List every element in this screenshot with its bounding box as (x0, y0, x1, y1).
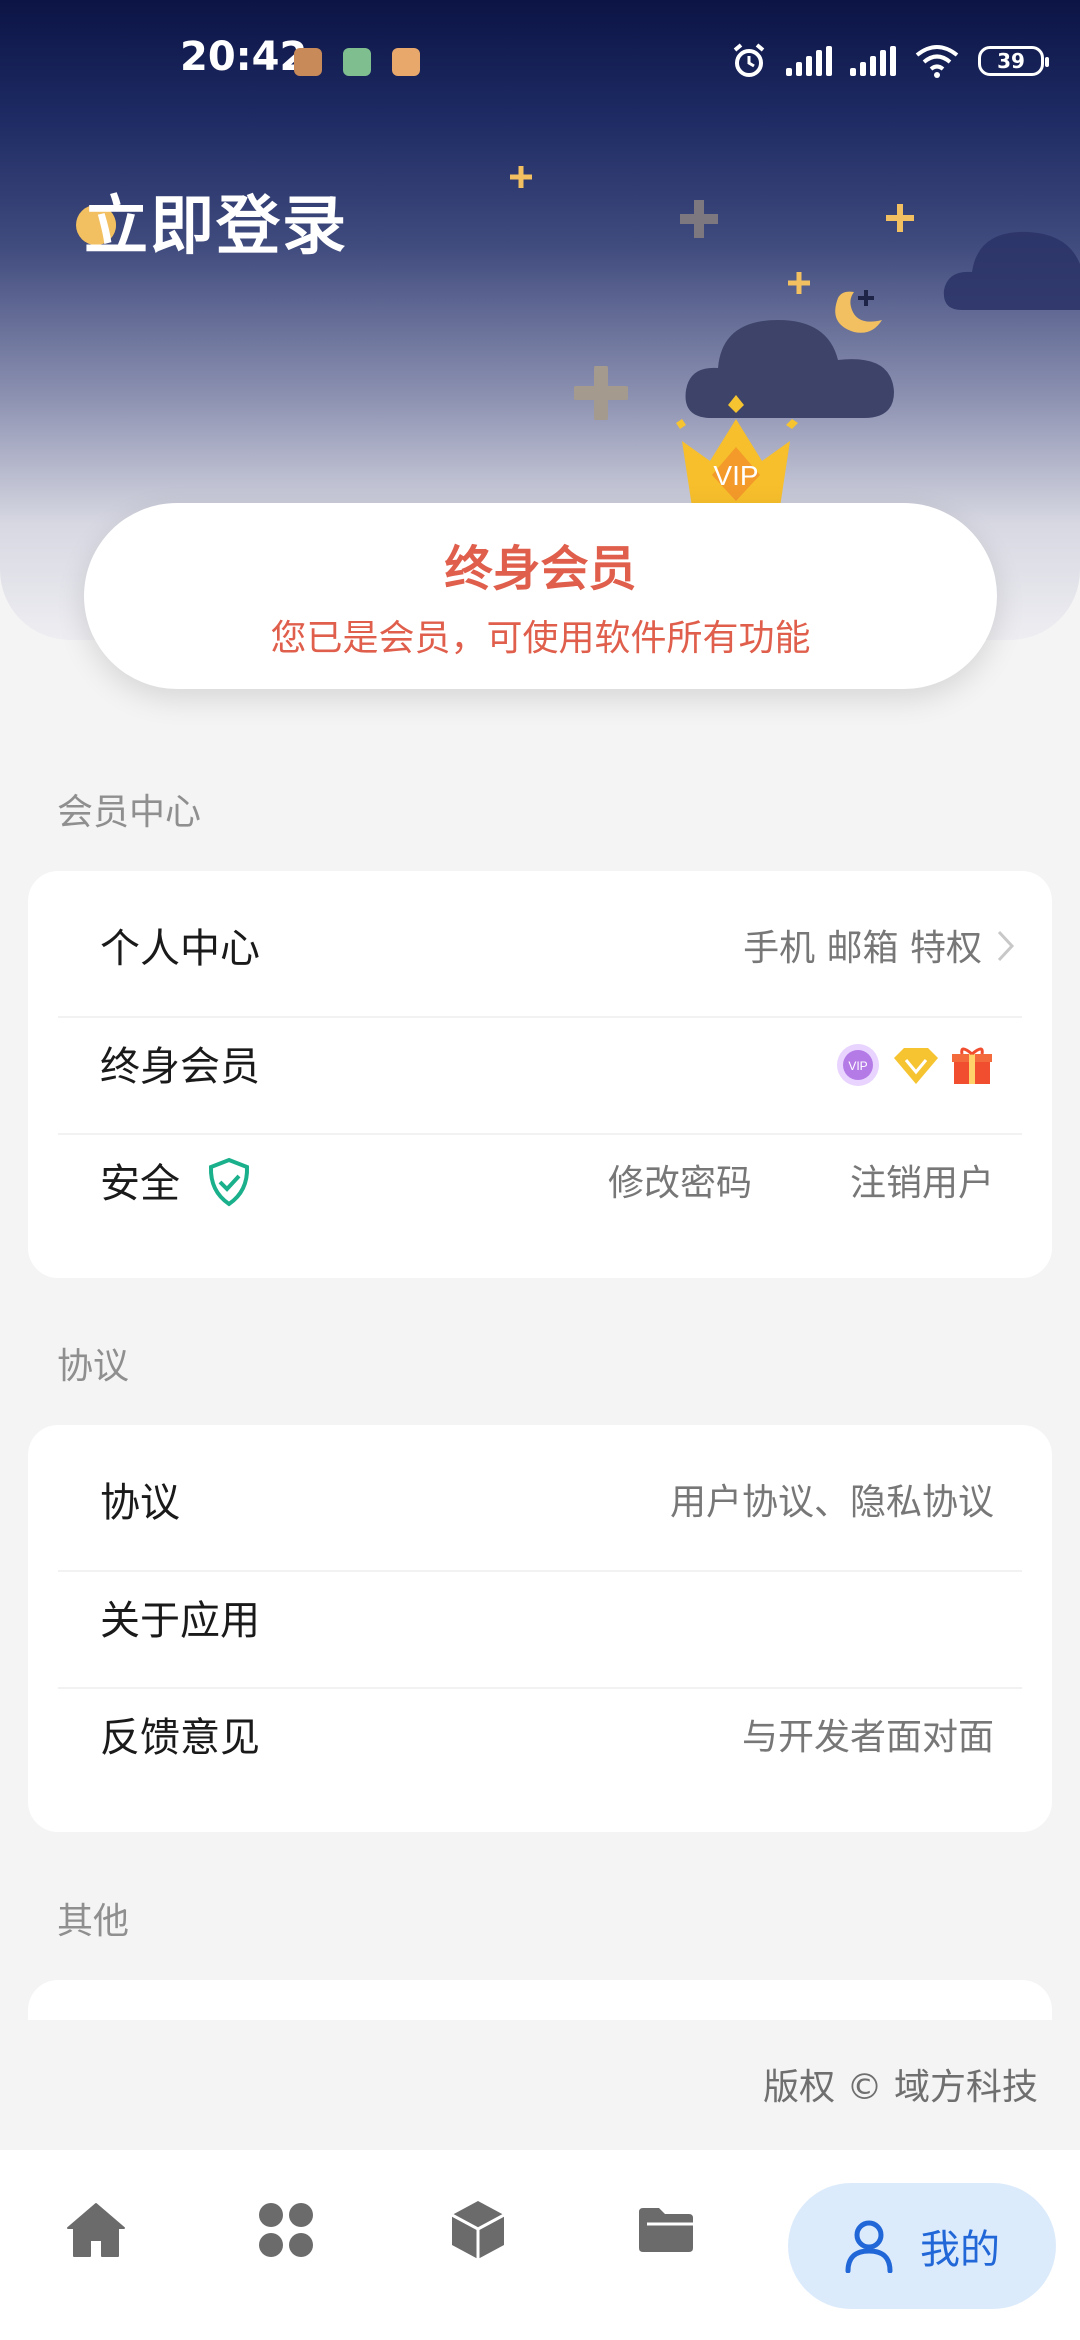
row-feedback[interactable]: 反馈意见 与开发者面对面 (28, 1675, 1052, 1793)
svg-text:VIP: VIP (848, 1059, 867, 1073)
row-value: 与开发者面对面 (741, 1717, 994, 1758)
page: 20:42 39 立即登录 VIP 终身会员 您已是会员，可使用软件所有功能 会… (0, 0, 1080, 2340)
nav-mine[interactable]: 我的 (788, 2183, 1056, 2309)
vip-card-subtitle: 您已是会员，可使用软件所有功能 (270, 618, 811, 659)
user-icon (845, 2220, 893, 2273)
signal-icon (786, 46, 832, 76)
gift-icon (952, 1047, 992, 1084)
chevron-right-icon (997, 930, 1015, 962)
change-password-link[interactable]: 修改密码 (608, 1121, 752, 1239)
vip-crown-text: VIP (713, 460, 758, 491)
sparkle-icon (510, 166, 532, 188)
battery-indicator: 39 (978, 46, 1049, 76)
copyright-text: 版权 © 域方科技 (763, 2067, 1038, 2108)
cube-icon (451, 2201, 505, 2259)
wifi-icon (915, 45, 959, 78)
vip-crown-icon: VIP (676, 395, 798, 507)
plus-decoration-icon (574, 366, 628, 420)
row-label: 协议 (100, 1480, 180, 1526)
signal-hd-icon (850, 46, 896, 76)
nav-files[interactable] (616, 2180, 716, 2280)
row-lifetime-member[interactable]: 终身会员 VIP (28, 1004, 1052, 1122)
row-label: 安全 (100, 1161, 180, 1207)
member-center-card: 个人中心 手机 邮箱 特权 终身会员 VIP 安全 修改密码 注销用户 (28, 871, 1052, 1278)
row-security: 安全 修改密码 注销用户 (28, 1121, 1052, 1239)
row-agreement[interactable]: 协议 用户协议、隐私协议 (28, 1440, 1052, 1558)
cloud-decoration (943, 231, 1080, 310)
grid-icon (259, 2203, 313, 2257)
vip-status-card[interactable]: 终身会员 您已是会员，可使用软件所有功能 (84, 503, 997, 689)
vip-card-title: 终身会员 (444, 541, 637, 597)
section-title-member-center: 会员中心 (57, 792, 202, 833)
delete-account-link[interactable]: 注销用户 (850, 1121, 994, 1239)
notification-app-icon (294, 48, 322, 76)
row-label: 反馈意见 (100, 1715, 260, 1761)
sparkle-icon (788, 272, 810, 294)
row-personal-center[interactable]: 个人中心 手机 邮箱 特权 (28, 886, 1052, 1004)
alarm-icon (733, 43, 765, 77)
status-time: 20:42 (180, 34, 308, 80)
agreement-card: 协议 用户协议、隐私协议 关于应用 反馈意见 与开发者面对面 (28, 1425, 1052, 1832)
login-link[interactable]: 立即登录 (84, 175, 348, 267)
nav-home[interactable] (46, 2180, 146, 2280)
shield-check-icon (208, 1157, 250, 1207)
plus-decoration-icon (680, 200, 718, 238)
section-title-agreement: 协议 (57, 1346, 130, 1387)
section-title-other: 其他 (57, 1901, 130, 1942)
sparkle-icon (886, 204, 914, 232)
diamond-icon (894, 1048, 938, 1084)
row-value: 手机 邮箱 特权 (743, 928, 982, 969)
vip-badge-icon: VIP (837, 1044, 879, 1086)
row-about-app[interactable]: 关于应用 (28, 1558, 1052, 1676)
row-label: 关于应用 (100, 1598, 260, 1644)
bottom-nav: 我的 (0, 2150, 1080, 2340)
nav-cube[interactable] (428, 2180, 528, 2280)
notification-app-icon (392, 48, 420, 76)
notification-app-icon (343, 48, 371, 76)
nav-mine-label: 我的 (920, 2227, 1000, 2273)
sparkle-icon (858, 290, 874, 306)
moon-icon (835, 291, 882, 333)
folder-icon (639, 2208, 693, 2252)
status-bar: 20:42 39 (0, 0, 1080, 120)
home-icon (67, 2203, 125, 2257)
other-card (28, 1980, 1052, 2020)
row-value: 用户协议、隐私协议 (669, 1482, 994, 1523)
row-label: 终身会员 (100, 1044, 260, 1090)
status-icons: 39 (730, 38, 1049, 84)
row-label: 个人中心 (100, 926, 260, 972)
nav-apps[interactable] (236, 2180, 336, 2280)
